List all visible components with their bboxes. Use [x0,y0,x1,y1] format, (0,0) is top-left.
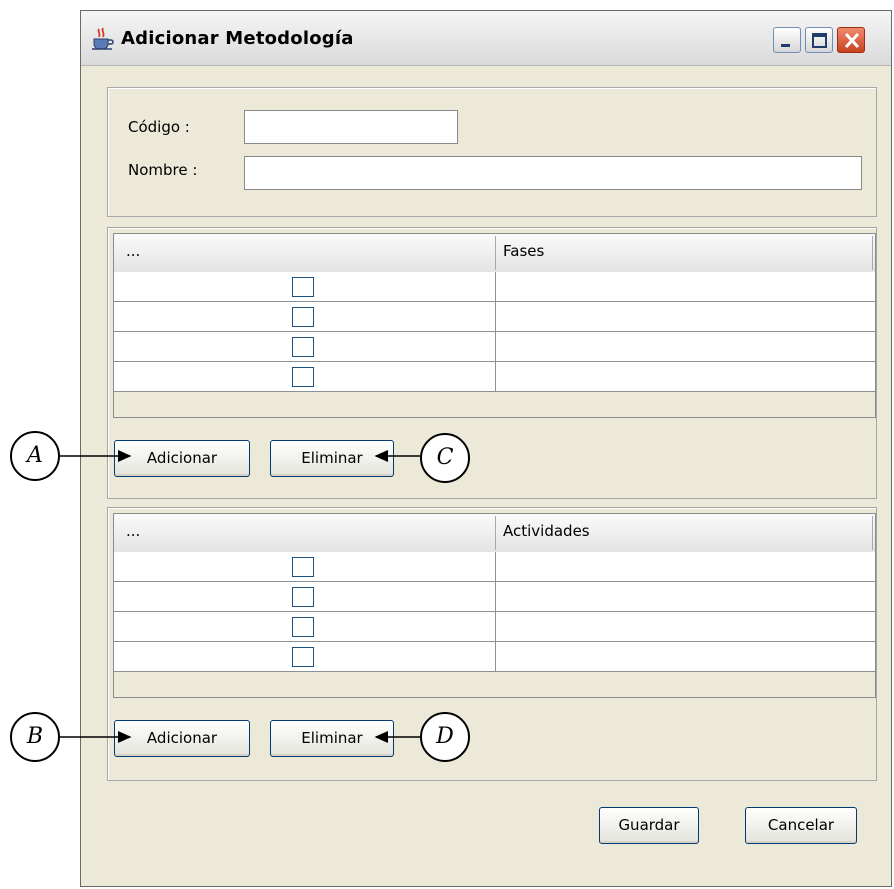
annotation-b: B [10,712,60,762]
annotation-c: C [420,433,470,483]
annotation-d: D [420,712,470,762]
annotation-a: A [10,431,60,481]
